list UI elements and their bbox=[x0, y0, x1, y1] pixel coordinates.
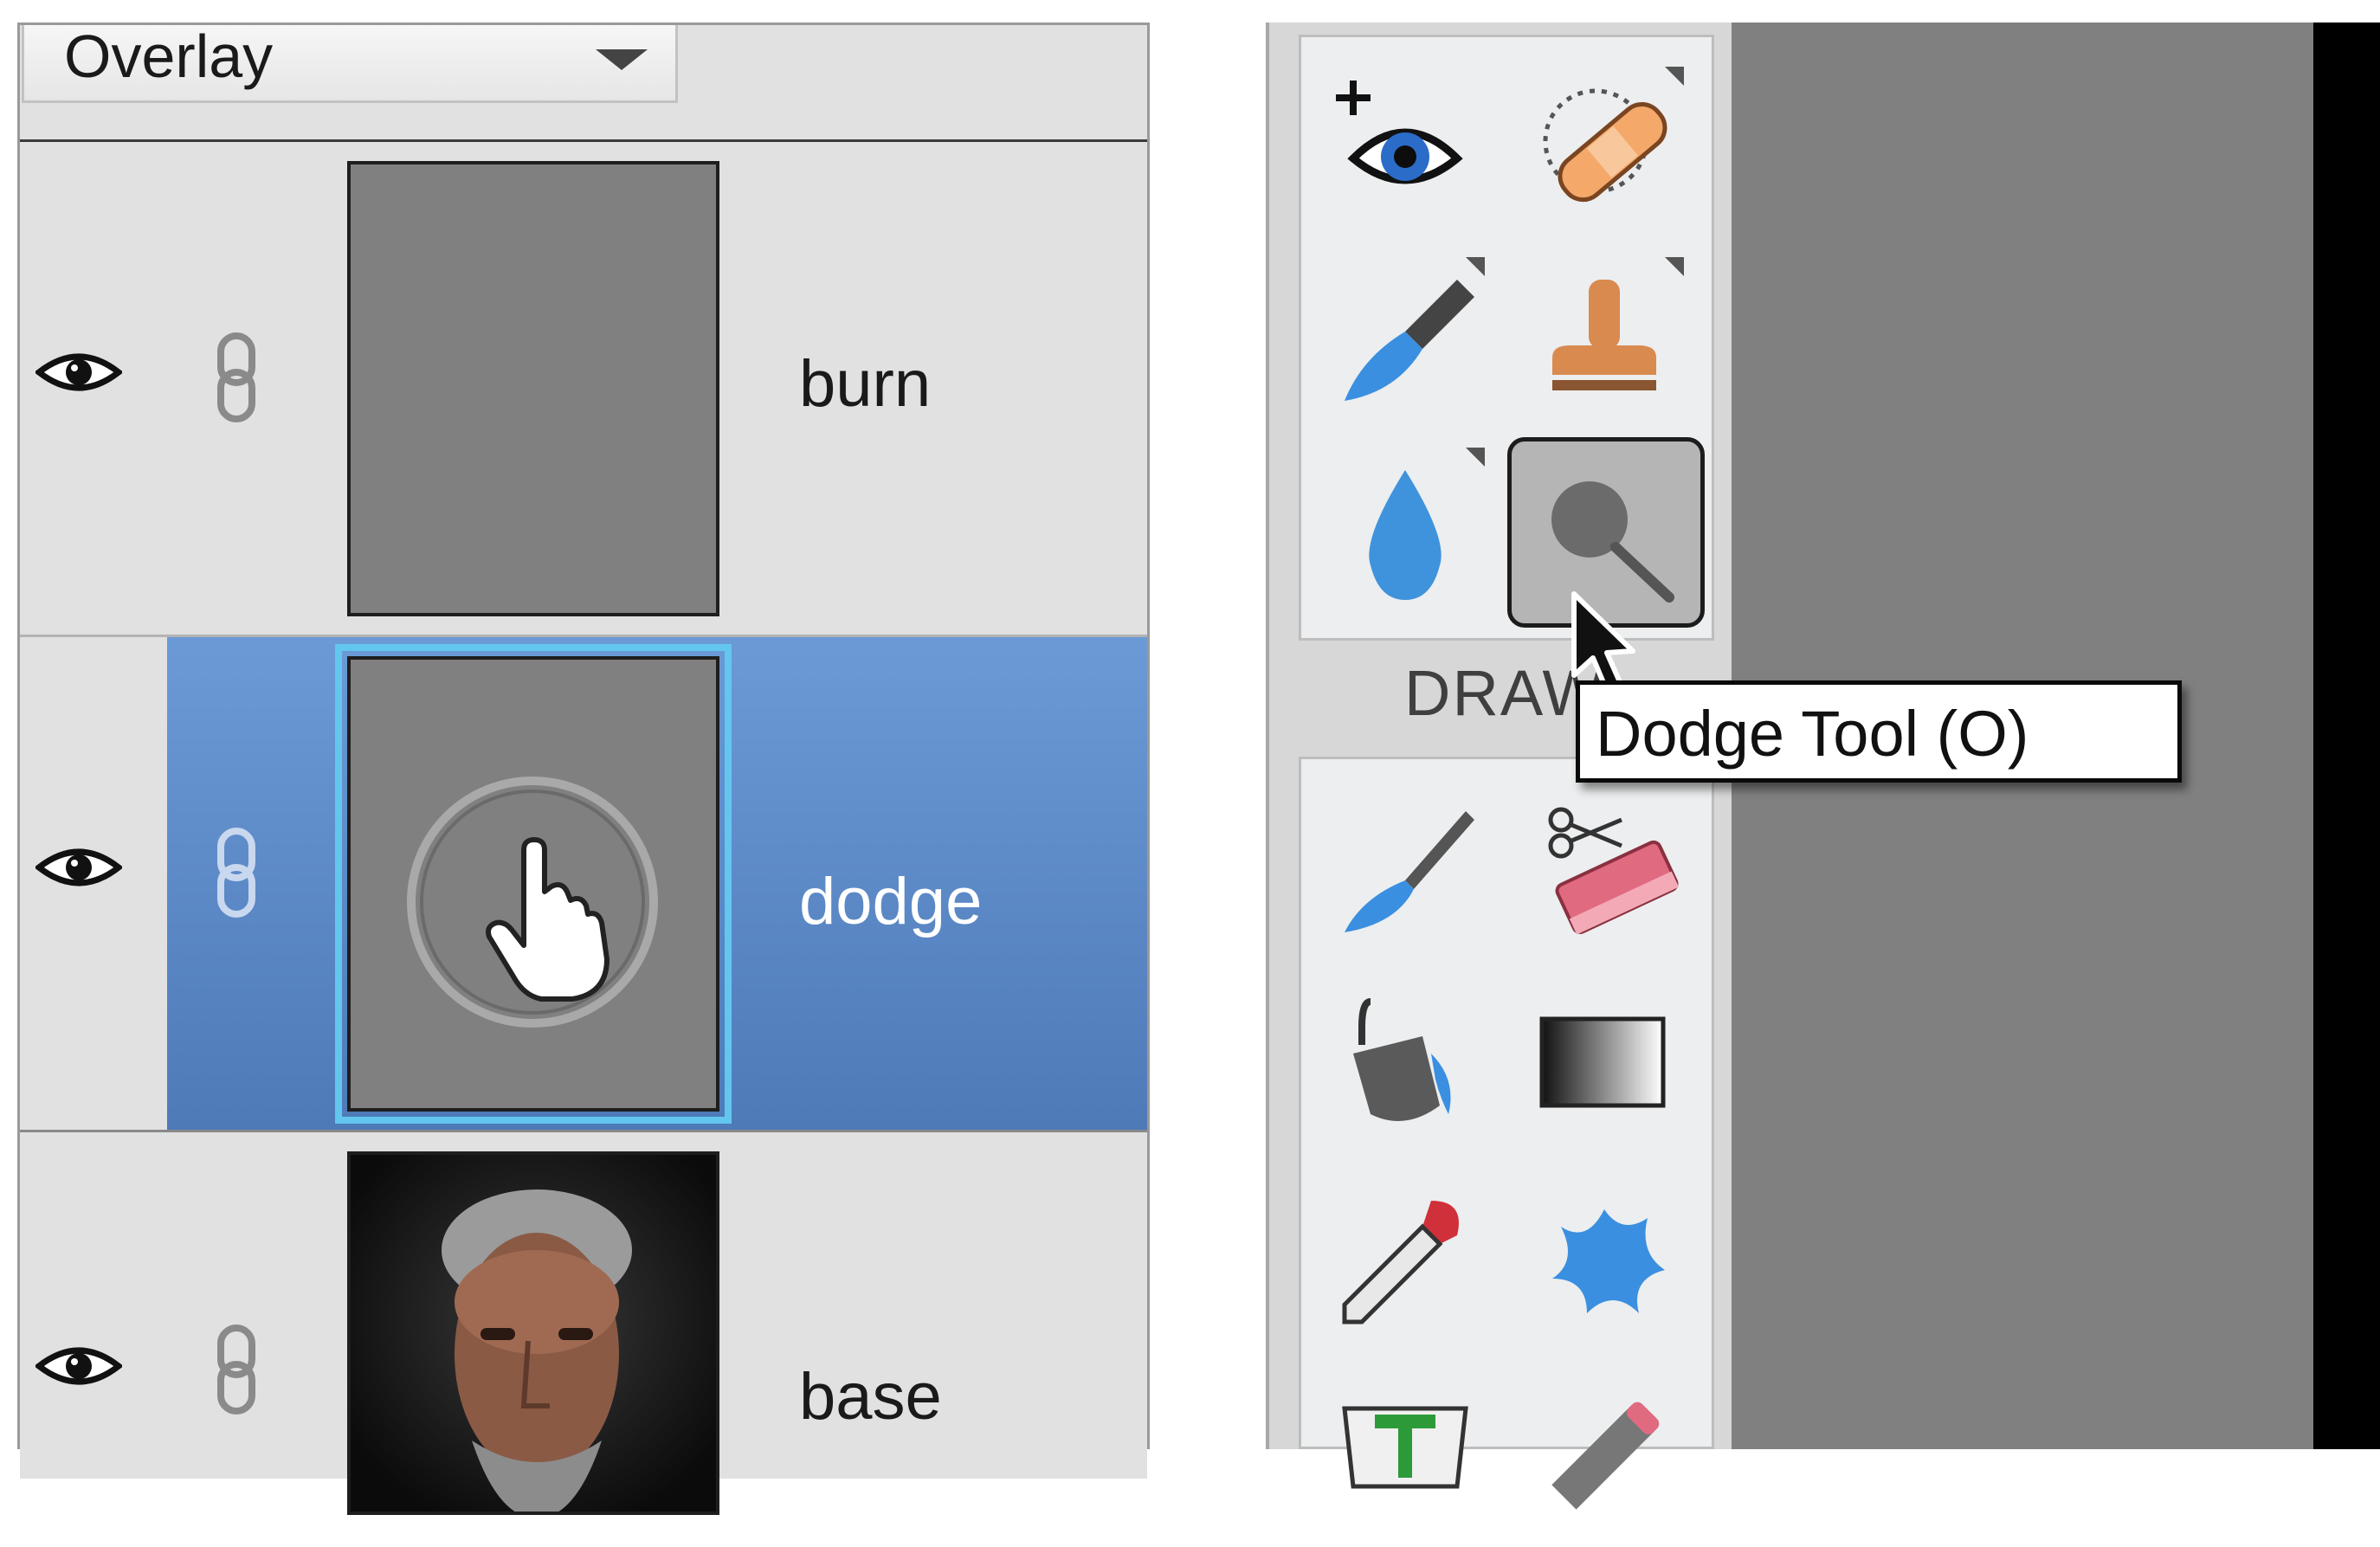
smart-brush-tool[interactable] bbox=[1319, 254, 1492, 427]
paint-brush-icon bbox=[1345, 811, 1474, 932]
layer-row-dodge[interactable]: dodge bbox=[20, 637, 1147, 1132]
type-tool[interactable] bbox=[1319, 1374, 1492, 1547]
layer-name[interactable]: burn bbox=[799, 346, 931, 422]
layer-row-burn[interactable]: burn bbox=[20, 142, 1147, 637]
submenu-indicator bbox=[1665, 257, 1684, 276]
layer-thumbnail[interactable] bbox=[335, 644, 732, 1124]
tooltip-text: Dodge Tool (O) bbox=[1596, 698, 2029, 770]
blur-tool[interactable] bbox=[1319, 444, 1492, 617]
blend-mode-value: Overlay bbox=[64, 23, 274, 90]
paint-bucket-tool[interactable] bbox=[1319, 976, 1492, 1149]
gradient-tool[interactable] bbox=[1518, 976, 1691, 1149]
eye-icon[interactable] bbox=[35, 841, 122, 893]
type-tool-icon bbox=[1342, 1406, 1468, 1489]
clone-stamp-tool[interactable] bbox=[1518, 254, 1691, 427]
brush-blue-icon bbox=[1345, 280, 1474, 401]
gradient-icon bbox=[1539, 1016, 1666, 1108]
healing-brush-tool[interactable] bbox=[1518, 63, 1691, 236]
eye-icon[interactable] bbox=[35, 346, 122, 398]
brush-tool[interactable] bbox=[1319, 785, 1492, 958]
eyedropper-icon bbox=[1342, 1201, 1459, 1325]
link-icon[interactable] bbox=[212, 1325, 261, 1415]
eraser-tool[interactable] bbox=[1518, 785, 1691, 958]
top-strip bbox=[0, 0, 2380, 23]
red-eye-tool[interactable] bbox=[1319, 63, 1492, 236]
submenu-indicator bbox=[1466, 448, 1485, 467]
layers-panel: Overlay burn dodge base bbox=[17, 23, 1150, 1515]
submenu-indicator bbox=[1665, 67, 1684, 86]
blend-mode-dropdown[interactable]: Overlay bbox=[22, 23, 678, 103]
layer-name[interactable]: base bbox=[799, 1359, 942, 1434]
eraser-icon bbox=[1548, 807, 1680, 935]
eye-plus-icon bbox=[1336, 81, 1463, 184]
link-icon[interactable] bbox=[212, 332, 261, 422]
layer-row-base[interactable]: base bbox=[20, 1132, 1147, 1515]
canvas-edge bbox=[2313, 23, 2380, 1449]
tool-group-enhance bbox=[1299, 35, 1714, 641]
custom-shape-icon bbox=[1552, 1209, 1665, 1313]
eyedropper-tool[interactable] bbox=[1319, 1175, 1492, 1348]
layer-name[interactable]: dodge bbox=[799, 864, 982, 939]
clone-stamp-icon bbox=[1552, 280, 1656, 390]
chevron-down-icon[interactable] bbox=[596, 49, 648, 70]
submenu-indicator bbox=[1466, 257, 1485, 276]
paint-bucket-icon bbox=[1353, 998, 1451, 1121]
eye-icon[interactable] bbox=[35, 1340, 122, 1392]
tool-group-draw bbox=[1299, 757, 1714, 1510]
pencil-tool[interactable] bbox=[1518, 1374, 1691, 1547]
layer-thumbnail[interactable] bbox=[347, 161, 719, 616]
custom-shape-tool[interactable] bbox=[1518, 1175, 1691, 1348]
pencil-icon bbox=[1551, 1402, 1660, 1510]
layer-thumbnail[interactable] bbox=[347, 1151, 719, 1515]
bandage-icon bbox=[1543, 88, 1667, 203]
link-icon[interactable] bbox=[212, 828, 261, 918]
tooltip: Dodge Tool (O) bbox=[1576, 680, 2182, 783]
portrait-image bbox=[351, 1155, 716, 1512]
blur-drop-icon bbox=[1369, 470, 1442, 600]
brush-cursor-icon bbox=[407, 777, 658, 1028]
